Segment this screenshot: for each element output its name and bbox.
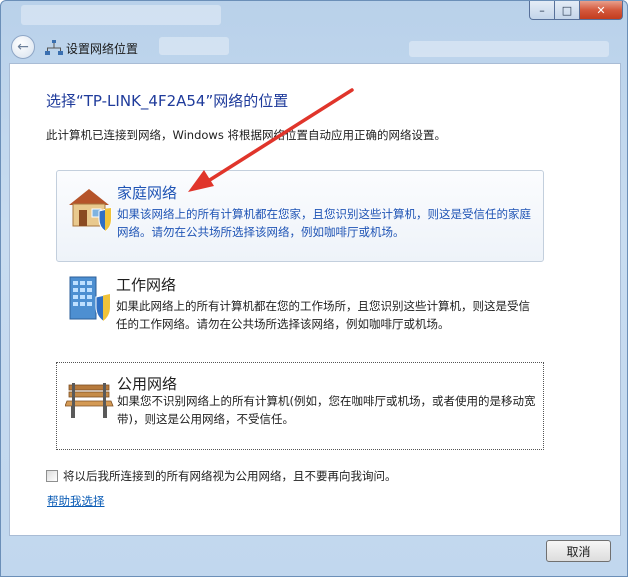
network-icon xyxy=(45,40,63,55)
blurred-background-region xyxy=(21,5,221,25)
office-building-icon xyxy=(69,276,111,322)
option-description: 如果该网络上的所有计算机都在您家，且您识别这些计算机，则这是受信任的家庭网络。请… xyxy=(117,207,531,239)
button-bar: 取消 xyxy=(9,536,621,578)
option-title: 工作网络 xyxy=(116,276,177,294)
option-title: 家庭网络 xyxy=(117,184,178,202)
navigation-bar: ← 设置网络位置 xyxy=(9,31,619,63)
page-description: 此计算机已连接到网络，Windows 将根据网络位置自动应用正确的网络设置。 xyxy=(46,128,446,142)
option-work-network[interactable]: 工作网络 如果此网络上的所有计算机都在您的工作场所，且您识别这些计算机，则这是受… xyxy=(56,263,544,355)
option-public-network[interactable]: 公用网络 如果您不识别网络上的所有计算机(例如，您在咖啡厅或机场，或者使用的是移… xyxy=(56,362,544,450)
option-title: 公用网络 xyxy=(117,375,178,393)
close-button[interactable]: ✕ xyxy=(580,1,623,20)
blurred-background-region xyxy=(409,41,609,57)
content-panel: 选择“TP-LINK_4F2A54”网络的位置 此计算机已连接到网络，Windo… xyxy=(9,63,621,536)
window-title: 设置网络位置 xyxy=(66,42,139,56)
treat-all-public-checkbox[interactable] xyxy=(46,470,58,482)
park-bench-icon xyxy=(65,383,114,418)
cancel-button[interactable]: 取消 xyxy=(546,540,611,562)
title-bar: – □ ✕ xyxy=(1,1,627,31)
option-description: 如果此网络上的所有计算机都在您的工作场所，且您识别这些计算机，则这是受信任的工作… xyxy=(116,299,530,331)
dialog-window: – □ ✕ ← 设置网络位置 选择“TP-LINK_4F2A54”网络的位置 此… xyxy=(0,0,628,577)
page-title: 选择“TP-LINK_4F2A54”网络的位置 xyxy=(46,92,289,110)
help-me-choose-link[interactable]: 帮助我选择 xyxy=(47,493,105,509)
option-description: 如果您不识别网络上的所有计算机(例如，您在咖啡厅或机场，或者使用的是移动宽带)，… xyxy=(117,394,536,426)
minimize-button[interactable]: – xyxy=(529,1,555,20)
maximize-button[interactable]: □ xyxy=(555,1,580,20)
public-network-checkbox-row[interactable]: 将以后我所连接到的所有网络视为公用网络，且不要再向我询问。 xyxy=(46,468,397,484)
window-controls: – □ ✕ xyxy=(529,1,623,20)
option-home-network[interactable]: 家庭网络 如果该网络上的所有计算机都在您家，且您识别这些计算机，则这是受信任的家… xyxy=(56,170,544,262)
checkbox-label: 将以后我所连接到的所有网络视为公用网络，且不要再向我询问。 xyxy=(63,469,397,483)
back-button[interactable]: ← xyxy=(11,35,35,59)
home-icon xyxy=(69,189,112,232)
blurred-background-region xyxy=(159,37,229,55)
